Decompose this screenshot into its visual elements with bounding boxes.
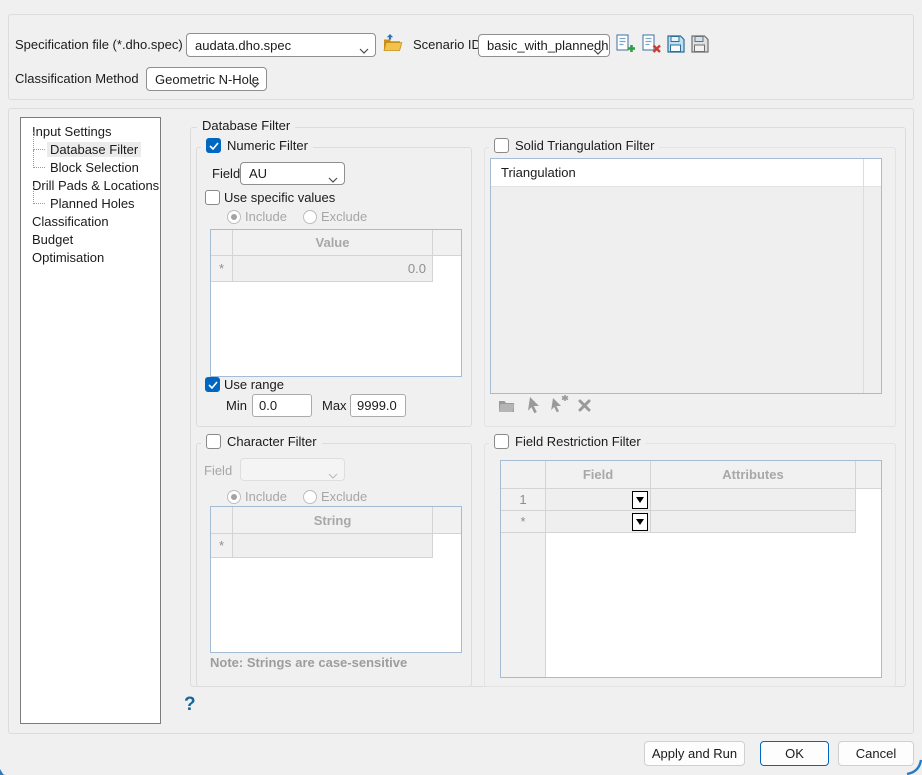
field-restriction-table: Field Attributes 1 * <box>500 460 882 678</box>
use-range-label: Use range <box>224 376 284 394</box>
character-exclude-radio <box>303 490 317 504</box>
max-label: Max <box>322 397 347 415</box>
use-specific-values-label: Use specific values <box>224 189 335 207</box>
table-header-filler <box>433 230 461 256</box>
use-range-checkbox[interactable] <box>205 377 220 392</box>
triangulation-list: Triangulation <box>490 158 882 394</box>
max-input[interactable]: 9999.0 <box>350 394 406 417</box>
table-row-header: * <box>211 256 233 282</box>
character-strings-table: String * <box>210 506 462 653</box>
case-sensitive-note: Note: Strings are case-sensitive <box>210 655 407 670</box>
character-filter-checkbox[interactable] <box>206 434 221 449</box>
settings-tree: Input Settings Database Filter Block Sel… <box>20 117 161 724</box>
pick-triangulation-icon <box>528 397 542 414</box>
save-icon[interactable] <box>667 35 685 53</box>
numeric-values-table: Value * 0.0 <box>210 229 462 377</box>
delete-scenario-icon[interactable] <box>641 34 661 54</box>
sidebar-item-drill-pads-locations[interactable]: Drill Pads & Locations <box>29 177 162 195</box>
field-column-header: Field <box>546 461 651 489</box>
scenario-id-label: Scenario ID <box>413 36 481 54</box>
string-cell <box>233 534 433 558</box>
database-filter-title: Database Filter <box>197 118 295 133</box>
character-include-radio <box>227 490 241 504</box>
min-label: Min <box>226 397 247 415</box>
character-filter-label: Character Filter <box>227 434 317 449</box>
open-folder-icon[interactable] <box>383 34 403 52</box>
chevron-down-icon <box>328 467 338 482</box>
pick-multiple-triangulation-icon <box>550 394 570 414</box>
load-triangulation-icon <box>498 398 515 413</box>
help-button[interactable]: ? <box>184 694 196 716</box>
character-exclude-label: Exclude <box>321 488 367 506</box>
ok-button[interactable]: OK <box>760 741 829 766</box>
character-include-label: Include <box>245 488 287 506</box>
numeric-exclude-radio <box>303 210 317 224</box>
field-dropdown-button[interactable] <box>632 491 648 509</box>
spec-file-label: Specification file (*.dho.spec) <box>15 36 183 54</box>
field-dropdown-button[interactable] <box>632 513 648 531</box>
field-restriction-filter-checkbox[interactable] <box>494 434 509 449</box>
numeric-include-label: Include <box>245 208 287 226</box>
table-corner-cell <box>211 507 233 534</box>
table-header-filler <box>856 461 881 489</box>
numeric-filter-checkbox[interactable] <box>206 138 221 153</box>
row-header-column-filler <box>501 533 546 677</box>
value-column-header: Value <box>233 230 433 256</box>
table-row-header: 1 <box>501 489 546 511</box>
chevron-down-icon <box>593 43 603 58</box>
use-specific-values-checkbox[interactable] <box>205 190 220 205</box>
attributes-cell <box>651 511 856 533</box>
classification-method-label: Classification Method <box>15 70 139 88</box>
resize-grip[interactable] <box>906 759 922 775</box>
save-as-icon[interactable] <box>691 35 709 53</box>
table-row-header: * <box>211 534 233 558</box>
chevron-down-icon <box>328 171 338 186</box>
cursor-fragment <box>0 766 10 775</box>
solid-triangulation-filter-checkbox[interactable] <box>494 138 509 153</box>
numeric-field-label: Field <box>212 165 240 183</box>
solid-triangulation-filter-label: Solid Triangulation Filter <box>515 138 654 153</box>
spec-file-combo[interactable]: audata.dho.spec <box>186 33 376 57</box>
dialog-window: Specification file (*.dho.spec) audata.d… <box>0 0 922 775</box>
table-corner-cell <box>211 230 233 256</box>
chevron-down-icon <box>359 42 369 57</box>
apply-and-run-button[interactable]: Apply and Run <box>644 741 745 766</box>
string-column-header: String <box>233 507 433 534</box>
table-header-filler <box>433 507 461 534</box>
sidebar-item-classification[interactable]: Classification <box>29 213 112 231</box>
classification-method-combo[interactable]: Geometric N-Hole <box>146 67 267 91</box>
character-field-combo <box>240 458 345 481</box>
numeric-field-combo[interactable]: AU <box>240 162 345 185</box>
scenario-id-combo[interactable]: basic_with_plannedh <box>478 34 610 57</box>
table-row-header: * <box>501 511 546 533</box>
sidebar-item-optimisation[interactable]: Optimisation <box>29 249 107 267</box>
chevron-down-icon <box>250 76 260 91</box>
top-settings-group: Specification file (*.dho.spec) audata.d… <box>8 14 914 100</box>
sidebar-item-block-selection[interactable]: Block Selection <box>47 159 142 177</box>
min-input[interactable]: 0.0 <box>252 394 312 417</box>
numeric-include-radio <box>227 210 241 224</box>
numeric-filter-label: Numeric Filter <box>227 138 308 153</box>
new-scenario-icon[interactable] <box>615 34 635 54</box>
value-cell: 0.0 <box>233 256 433 282</box>
character-field-label: Field <box>204 462 232 480</box>
triangulation-list-header: Triangulation <box>491 159 881 187</box>
attributes-cell <box>651 489 856 511</box>
sidebar-item-budget[interactable]: Budget <box>29 231 76 249</box>
numeric-exclude-label: Exclude <box>321 208 367 226</box>
sidebar-item-database-filter[interactable]: Database Filter <box>47 141 141 159</box>
column-separator <box>863 159 864 393</box>
table-corner-cell <box>501 461 546 489</box>
remove-triangulation-icon <box>578 399 591 412</box>
attributes-column-header: Attributes <box>651 461 856 489</box>
cancel-button[interactable]: Cancel <box>838 741 914 766</box>
field-restriction-filter-label: Field Restriction Filter <box>515 434 641 449</box>
sidebar-item-planned-holes[interactable]: Planned Holes <box>47 195 138 213</box>
